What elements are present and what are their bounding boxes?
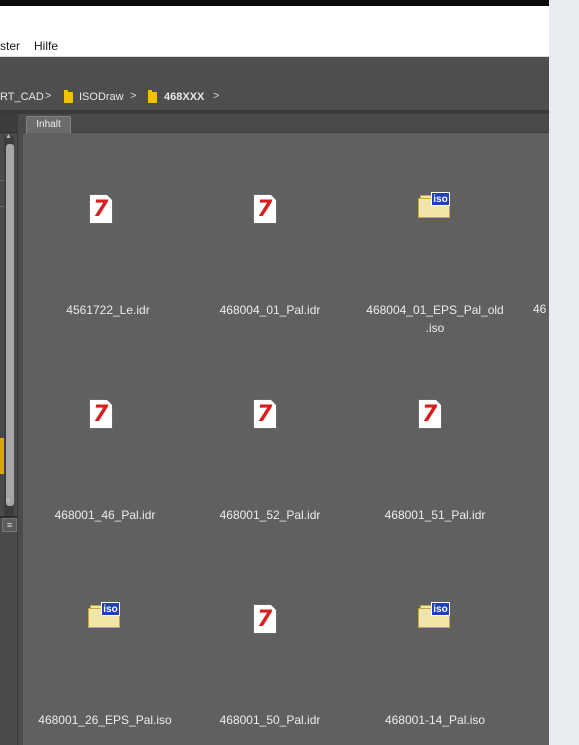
file-name: 468001_52_Pal.idr	[219, 508, 321, 522]
breadcrumb-item-isodraw[interactable]: ISODraw	[79, 91, 124, 103]
idr-file-icon: 7	[253, 194, 277, 224]
file-name: 468001_51_Pal.idr	[384, 508, 486, 522]
panel-menu-icon[interactable]: ≡	[2, 518, 17, 532]
file-name: 468004_01_EPS_Pal_old	[366, 303, 504, 317]
folder-icon	[64, 90, 73, 103]
breadcrumb-item-current[interactable]: 468XXX	[164, 91, 204, 103]
menu-item-window[interactable]: ster	[0, 39, 20, 53]
file-name: 468001_26_EPS_Pal.iso	[38, 713, 172, 727]
idr-file-icon: 7	[418, 399, 442, 429]
breadcrumb-item-cad[interactable]: RT_CAD	[0, 91, 44, 103]
tab-content[interactable]: Inhalt	[26, 116, 71, 133]
iso-file-icon: iso	[418, 192, 450, 218]
chevron-right-icon[interactable]: >	[213, 90, 219, 102]
chevron-right-icon: >	[45, 90, 52, 102]
desktop-background	[549, 0, 579, 745]
folders-panel-header	[0, 114, 17, 133]
content-panel: Inhalt 7 4561722_Le.idr 7 468004_01_Pal.…	[23, 114, 549, 745]
idr-file-icon: 7	[253, 604, 277, 634]
idr-file-icon: 7	[89, 399, 113, 429]
idr-file-icon: 7	[89, 194, 113, 224]
file-name: 468001-14_Pal.iso	[384, 713, 486, 727]
breadcrumb: RT_CAD > ISODraw > 468XXX >	[0, 57, 549, 110]
file-browser-window: ster Hilfe RT_CAD > ISODraw > 468XXX > ▲…	[0, 0, 549, 745]
file-name: 4561722_Le.idr	[66, 303, 150, 317]
folder-icon	[148, 90, 157, 103]
scroll-down-icon[interactable]: ▼	[5, 498, 12, 505]
scrollbar-thumb[interactable]	[6, 144, 14, 506]
file-name-continued: .iso	[425, 321, 445, 335]
file-name: 468004_01_Pal.idr	[219, 303, 321, 317]
iso-file-icon: iso	[418, 602, 450, 628]
idr-file-icon: 7	[253, 399, 277, 429]
menu-bar: ster Hilfe	[0, 6, 549, 57]
file-name: 468001_46_Pal.idr	[54, 508, 156, 522]
scroll-up-icon[interactable]: ▲	[5, 133, 12, 140]
iso-file-icon: iso	[88, 602, 120, 628]
file-name-partial[interactable]: 46	[533, 302, 546, 316]
file-name: 468001_50_Pal.idr	[219, 713, 321, 727]
chevron-right-icon: >	[130, 90, 137, 102]
folders-panel: ▲ ▼ ≡	[0, 114, 17, 745]
menu-item-help[interactable]: Hilfe	[34, 39, 58, 53]
tab-strip: Inhalt	[23, 114, 549, 133]
